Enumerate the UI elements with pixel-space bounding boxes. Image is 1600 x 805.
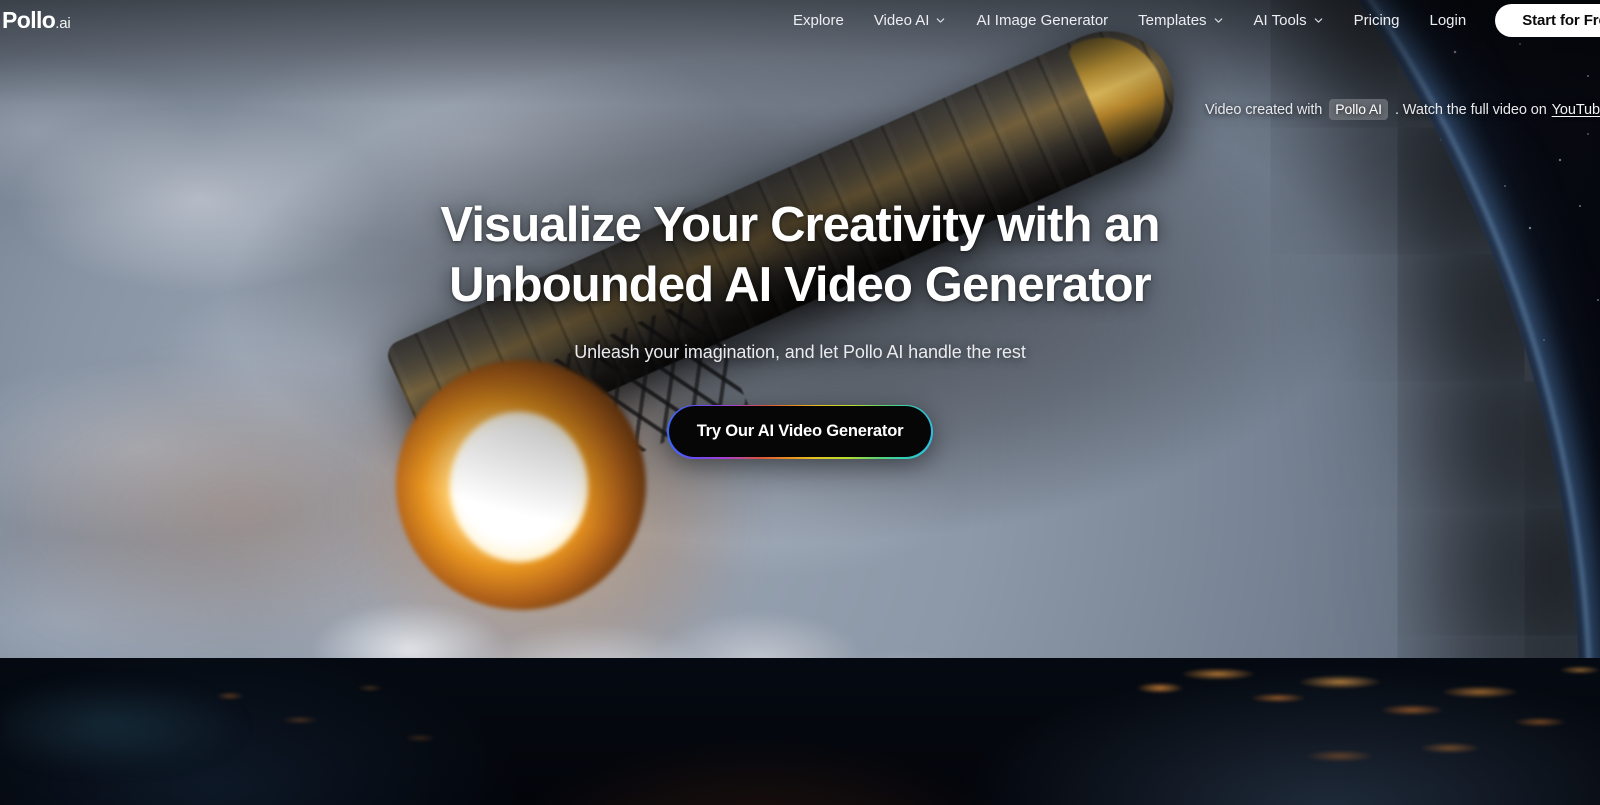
video-credit-caption: Video created with Pollo AI . Watch the … [1205, 99, 1600, 120]
nav-item-templates[interactable]: Templates [1123, 0, 1238, 40]
nav-item-label: Pricing [1353, 11, 1400, 29]
nav-item-label: Video AI [873, 11, 930, 29]
youtube-link[interactable]: YouTub [1552, 102, 1600, 118]
nav-item-video-ai[interactable]: Video AI [859, 0, 962, 40]
nav-item-label: Templates [1138, 11, 1207, 29]
nav-item-label: AI Image Generator [976, 11, 1109, 29]
caption-brand-chip: Pollo AI [1329, 99, 1388, 120]
try-ai-video-generator-label: Try Our AI Video Generator [668, 406, 932, 457]
brand-logo-suffix: .ai [55, 14, 71, 32]
nav-item-login[interactable]: Login [1415, 0, 1482, 40]
nav-item-pricing[interactable]: Pricing [1339, 0, 1415, 40]
page-title: Visualize Your Creativity with an Unboun… [440, 198, 1160, 312]
caption-prefix: Video created with [1205, 101, 1323, 118]
nav-item-label: Explore [792, 11, 844, 29]
city-lights-secondary [170, 666, 510, 786]
top-navbar: Pollo .ai Explore Video AI AI Image Gene… [0, 0, 1600, 40]
chevron-down-icon [935, 15, 946, 26]
hero-subtitle: Unleash your imagination, and let Pollo … [574, 341, 1026, 362]
nav-item-ai-tools[interactable]: AI Tools [1239, 0, 1339, 40]
try-ai-video-generator-button[interactable]: Try Our AI Video Generator [667, 404, 933, 459]
brand-logo[interactable]: Pollo .ai [2, 6, 71, 33]
nav-links: Explore Video AI AI Image Generator Temp… [778, 0, 1600, 40]
nav-item-label: Login [1429, 11, 1467, 29]
start-for-free-button[interactable]: Start for Free [1495, 3, 1600, 37]
chevron-down-icon [1313, 15, 1324, 26]
nav-item-ai-image-generator[interactable]: AI Image Generator [961, 0, 1123, 40]
chevron-down-icon [1213, 15, 1224, 26]
second-section [0, 658, 1600, 805]
caption-middle: . Watch the full video on [1394, 101, 1547, 118]
brand-logo-main: Pollo [2, 6, 56, 33]
page-root: Pollo .ai Explore Video AI AI Image Gene… [0, 0, 1600, 805]
nav-item-label: AI Tools [1253, 11, 1307, 29]
nav-item-explore[interactable]: Explore [778, 0, 859, 40]
city-lights-primary [1040, 658, 1600, 805]
